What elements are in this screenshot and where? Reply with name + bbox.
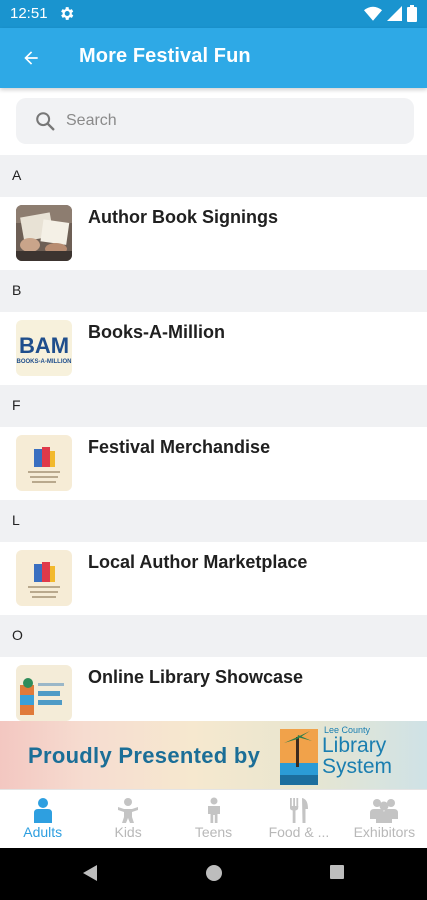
page-title: More Festival Fun xyxy=(79,45,251,67)
book-signing-photo-thumbnail xyxy=(16,205,72,261)
signal-icon xyxy=(387,6,402,21)
list-item-label: Online Library Showcase xyxy=(88,667,304,687)
app-bar: More Festival Fun xyxy=(0,28,427,88)
system-navigation-bar xyxy=(0,848,427,900)
settings-gear-icon xyxy=(61,7,74,20)
teen-person-icon xyxy=(207,797,220,823)
battery-icon xyxy=(407,5,417,22)
back-button[interactable] xyxy=(14,42,48,74)
list-item-label: Books-A-Million xyxy=(88,322,225,342)
banner-text: Proudly Presented by xyxy=(28,743,261,768)
search-bar[interactable] xyxy=(16,98,414,144)
arrow-back-icon xyxy=(24,51,38,65)
system-back-icon[interactable] xyxy=(82,864,98,882)
system-home-icon[interactable] xyxy=(205,864,223,882)
bam-logo-text: BAM xyxy=(19,333,69,358)
system-recents-icon[interactable] xyxy=(329,864,345,880)
nav-tab-adults[interactable]: Adults xyxy=(0,790,85,848)
list-item-books-a-million[interactable]: BAM BOOKS-A-MILLION Books-A-Million xyxy=(0,312,427,385)
list-item-label: Festival Merchandise xyxy=(88,437,271,457)
banner-organization: Lee County Library System xyxy=(322,725,422,777)
banner-org-line2: System xyxy=(322,755,393,778)
sponsor-banner[interactable]: Proudly Presented by Lee County Library … xyxy=(0,721,427,789)
section-header-b: B xyxy=(0,270,427,312)
search-icon xyxy=(36,112,55,131)
status-time: 12:51 xyxy=(10,5,48,22)
nav-tab-exhibitors[interactable]: Exhibitors xyxy=(342,790,427,848)
nav-label: Kids xyxy=(114,824,142,840)
library-system-logo-icon xyxy=(280,729,318,785)
list-item-label: Author Book Signings xyxy=(88,207,278,227)
banner-org-line1: Library xyxy=(322,734,387,757)
section-header-o: O xyxy=(0,615,427,657)
group-people-icon xyxy=(370,799,399,823)
status-bar: 12:51 xyxy=(0,0,427,28)
section-header-l: L xyxy=(0,500,427,542)
nav-tab-food[interactable]: Food & ... xyxy=(256,790,341,848)
fork-knife-icon xyxy=(289,798,308,823)
section-header-f: F xyxy=(0,385,427,427)
adult-person-icon xyxy=(33,798,52,823)
nav-label: Adults xyxy=(23,824,63,840)
list-item-author-book-signings[interactable]: Author Book Signings xyxy=(0,197,427,270)
nav-label: Teens xyxy=(194,824,233,840)
nav-tab-kids[interactable]: Kids xyxy=(85,790,170,848)
section-header-a: A xyxy=(0,155,427,197)
reading-festival-logo-thumbnail xyxy=(16,435,72,491)
list-item-online-library-showcase[interactable]: Online Library Showcase xyxy=(0,657,427,730)
search-input[interactable] xyxy=(66,98,396,144)
status-icons xyxy=(364,5,417,22)
nav-label: Exhibitors xyxy=(353,824,416,840)
list-item-festival-merchandise[interactable]: Festival Merchandise xyxy=(0,427,427,500)
list-item-local-author-marketplace[interactable]: Local Author Marketplace xyxy=(0,542,427,615)
bam-logo-subtext: BOOKS-A-MILLION xyxy=(17,359,72,365)
festival-list: A Author Book Signings B BAM BOOKS-A-MIL… xyxy=(0,155,427,730)
library-system-logo-thumbnail xyxy=(16,665,72,721)
kid-icon xyxy=(118,798,139,823)
reading-festival-logo-thumbnail xyxy=(16,550,72,606)
bam-logo-thumbnail: BAM BOOKS-A-MILLION xyxy=(16,320,72,376)
nav-label: Food & ... xyxy=(268,824,330,840)
wifi-icon xyxy=(364,6,382,21)
nav-tab-teens[interactable]: Teens xyxy=(171,790,256,848)
list-item-label: Local Author Marketplace xyxy=(88,552,308,572)
bottom-navigation: Adults Kids Teens Food & ... Exhibitors xyxy=(0,789,427,848)
